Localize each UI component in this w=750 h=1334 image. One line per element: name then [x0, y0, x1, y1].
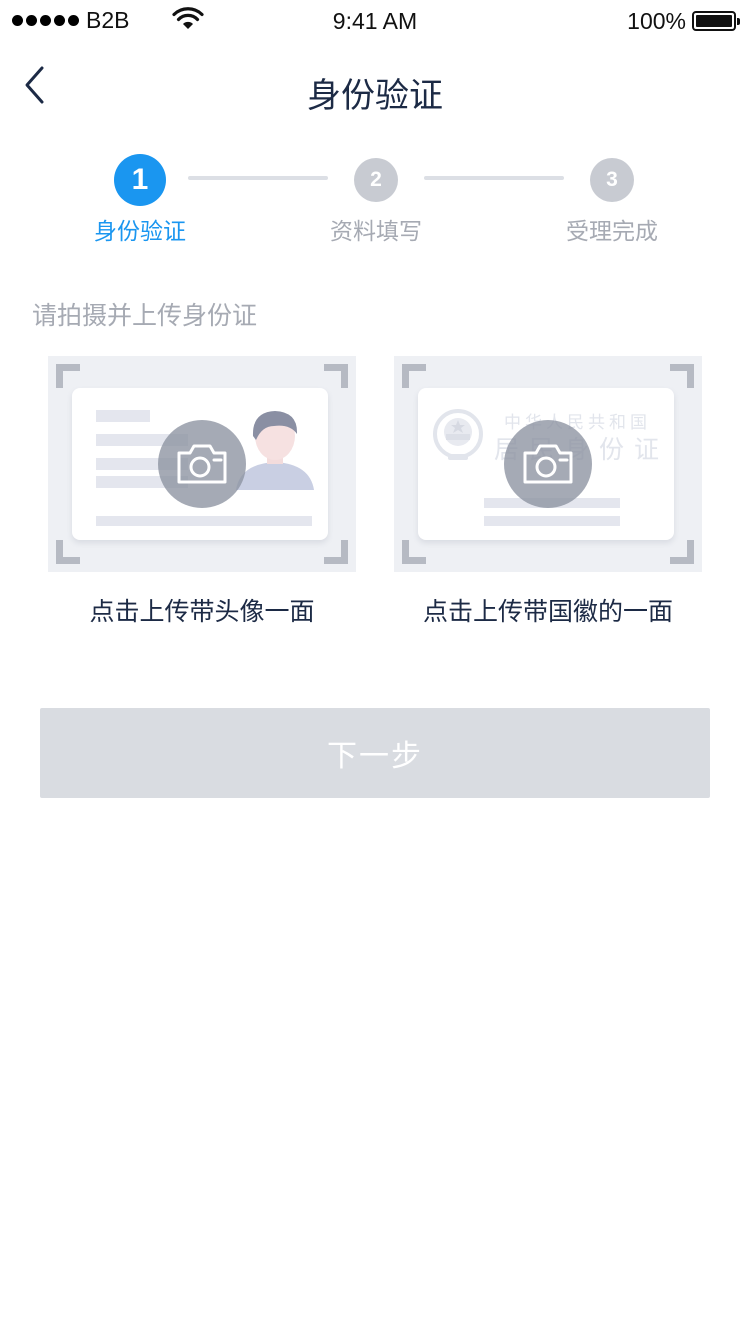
battery-level-fill [696, 15, 732, 27]
frame-corner [324, 540, 348, 564]
step-1-circle: 1 [114, 154, 166, 206]
frame-corner [670, 540, 694, 564]
camera-button-front[interactable] [158, 420, 246, 508]
upload-instruction: 请拍摄并上传身份证 [32, 301, 258, 330]
upload-back-caption: 点击上传带国徽的一面 [422, 597, 673, 626]
status-bar-right: 100% [627, 7, 740, 35]
step-1-label: 身份验证 [94, 219, 186, 245]
frame-corner [56, 540, 80, 564]
navigation-bar: 身份验证 [0, 40, 750, 140]
next-step-button[interactable]: 下一步 [40, 708, 710, 798]
upload-front-card[interactable] [48, 356, 356, 572]
step-2-label: 资料填写 [330, 219, 422, 245]
battery-icon [692, 11, 740, 31]
step-connector-2 [424, 176, 564, 180]
frame-corner [402, 540, 426, 564]
portrait-icon [236, 411, 314, 490]
frame-corner [402, 364, 426, 388]
national-emblem-icon [433, 409, 483, 460]
step-3-circle: 3 [590, 158, 634, 202]
progress-stepper: 1 2 3 身份验证 资料填写 受理完成 [0, 150, 750, 250]
page-title: 身份验证 [307, 76, 443, 116]
step-3-label: 受理完成 [566, 219, 658, 245]
upload-front-caption: 点击上传带头像一面 [89, 597, 315, 626]
camera-icon [177, 444, 227, 484]
step-2-circle: 2 [354, 158, 398, 202]
camera-button-back[interactable] [504, 420, 592, 508]
upload-back-card[interactable]: 中华人民共和国 居民身份证 [394, 356, 702, 572]
frame-corner [670, 364, 694, 388]
step-connector-1 [188, 176, 328, 180]
battery-percent: 100% [627, 7, 686, 34]
status-bar: B2B 9:41 AM 100% [0, 0, 750, 40]
frame-corner [324, 364, 348, 388]
camera-icon [523, 444, 573, 484]
frame-corner [56, 364, 80, 388]
